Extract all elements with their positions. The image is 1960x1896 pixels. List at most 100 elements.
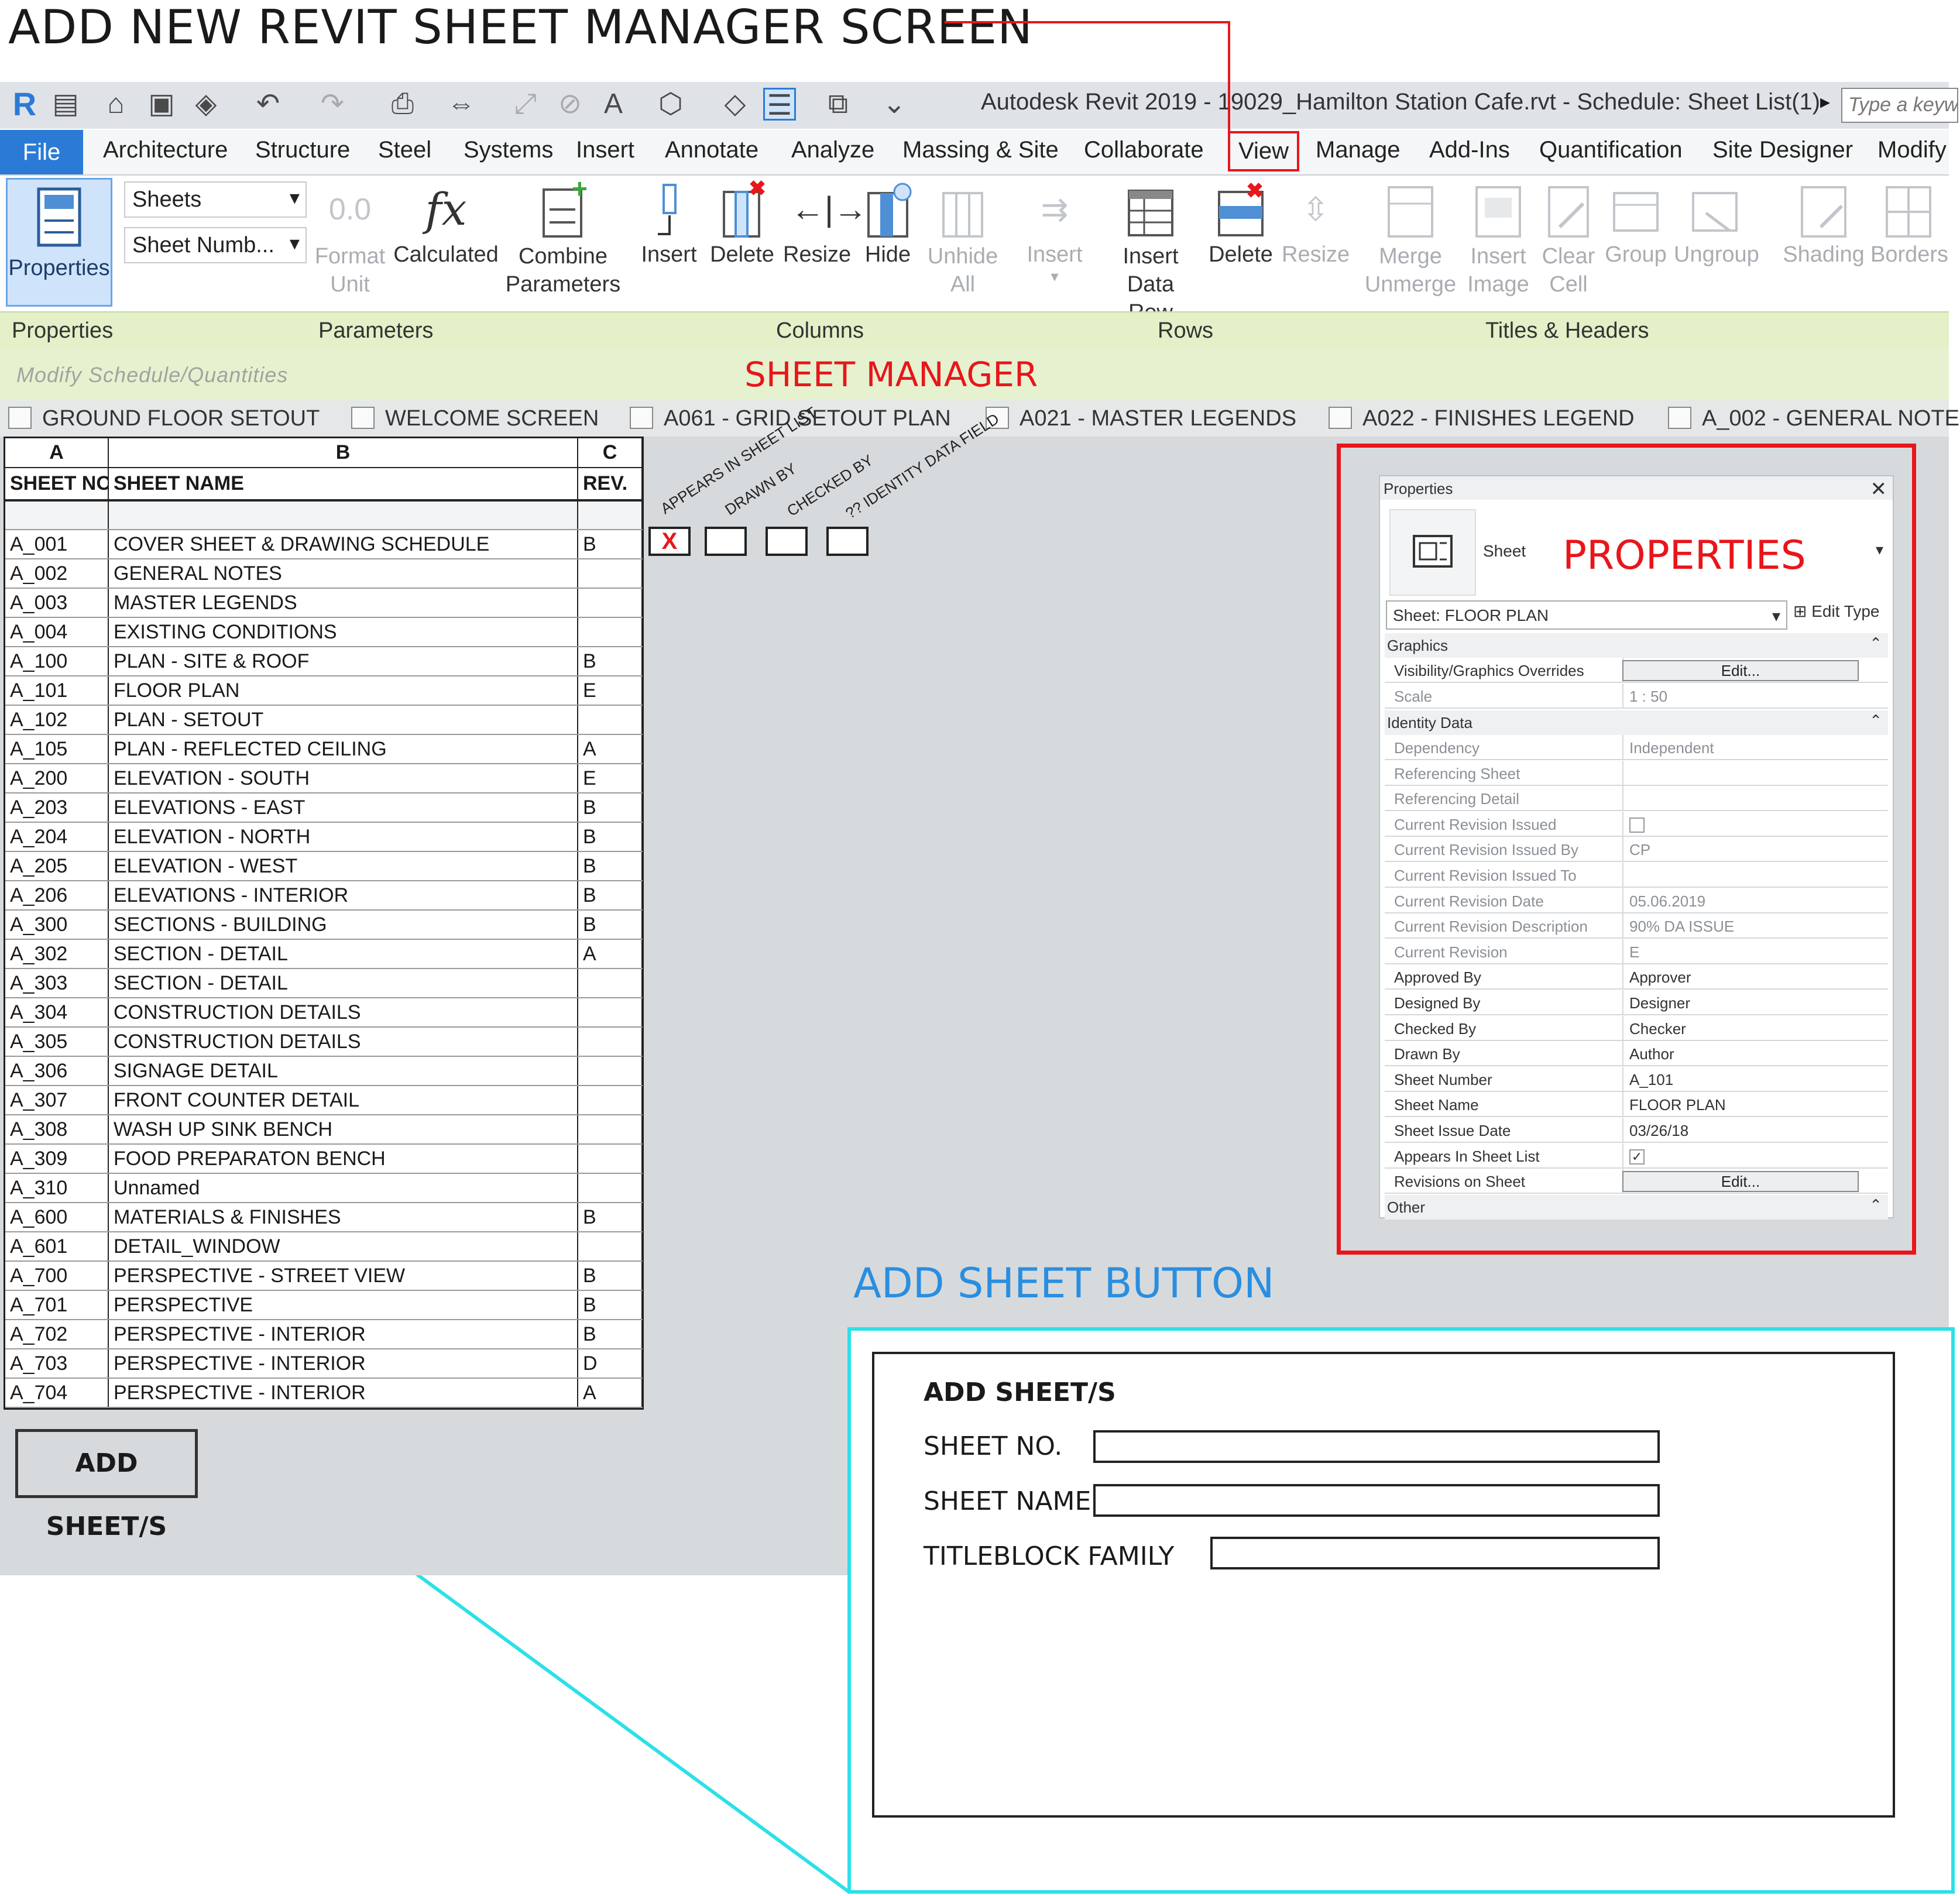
rev-cell[interactable]	[578, 968, 643, 998]
rev-cell[interactable]	[578, 1173, 643, 1203]
sheet-no-cell[interactable]: A_309	[5, 1144, 109, 1174]
view-tab-master-legends[interactable]: A021 - MASTER LEGENDS	[986, 406, 1296, 431]
sheet-name-cell[interactable]: ELEVATION - SOUTH	[108, 764, 578, 794]
sheet-name-cell[interactable]: PLAN - SETOUT	[108, 705, 578, 735]
group-other[interactable]: Other	[1385, 1195, 1888, 1220]
property-row[interactable]: Sheet Number A_101	[1385, 1066, 1888, 1092]
rev-cell[interactable]: B	[578, 1320, 643, 1349]
sheet-name-cell[interactable]: PERSPECTIVE	[108, 1290, 578, 1320]
sheet-no-cell[interactable]: A_702	[5, 1320, 109, 1349]
sheet-no-cell[interactable]: A_304	[5, 998, 109, 1028]
property-row[interactable]: Current Revision Issued To	[1385, 863, 1888, 888]
rev-cell[interactable]	[578, 617, 643, 647]
sheet-no-cell[interactable]: A_308	[5, 1115, 109, 1145]
group-button[interactable]: Group	[1604, 180, 1668, 267]
header-rev[interactable]: REV.	[578, 468, 643, 502]
table-row[interactable]: A_200 ELEVATION - SOUTH E	[5, 764, 643, 794]
rev-cell[interactable]	[578, 1232, 643, 1262]
group-identity-data[interactable]: Identity Data	[1385, 710, 1888, 735]
clear-cell-button[interactable]: Clear Cell	[1539, 180, 1598, 298]
category-dropdown[interactable]: Sheets	[124, 181, 307, 218]
sheet-name-cell[interactable]: PERSPECTIVE - INTERIOR	[108, 1320, 578, 1349]
instance-selector[interactable]: Sheet: FLOOR PLAN	[1386, 600, 1787, 630]
sheet-name-cell[interactable]: WASH UP SINK BENCH	[108, 1115, 578, 1145]
rev-cell[interactable]	[578, 559, 643, 589]
rev-cell[interactable]: B	[578, 851, 643, 881]
rev-cell[interactable]: B	[578, 1203, 643, 1232]
sheet-name-cell[interactable]: GENERAL NOTES	[108, 559, 578, 589]
property-value[interactable]: 03/26/18	[1629, 1122, 1688, 1140]
property-row[interactable]: Visibility/Graphics Overrides Edit...	[1385, 658, 1888, 683]
sheet-no-cell[interactable]: A_303	[5, 968, 109, 998]
sheet-no-cell[interactable]: A_302	[5, 939, 109, 969]
rev-cell[interactable]: D	[578, 1349, 643, 1379]
rev-cell[interactable]	[578, 1144, 643, 1174]
sheet-no-cell[interactable]: A_105	[5, 734, 109, 764]
table-row[interactable]: A_203 ELEVATIONS - EAST B	[5, 793, 643, 823]
rev-cell[interactable]: A	[578, 1378, 643, 1408]
table-row[interactable]: A_003 MASTER LEGENDS	[5, 588, 643, 618]
rev-cell[interactable]	[578, 1115, 643, 1145]
property-row[interactable]: Current Revision Issued	[1385, 811, 1888, 837]
edit-button[interactable]: Edit...	[1622, 660, 1859, 681]
rev-cell[interactable]: B	[578, 822, 643, 852]
sheet-no-cell[interactable]: A_100	[5, 647, 109, 676]
rev-cell[interactable]	[578, 588, 643, 618]
sheet-name-cell[interactable]: SECTIONS - BUILDING	[108, 910, 578, 940]
table-row[interactable]: A_702 PERSPECTIVE - INTERIOR B	[5, 1320, 643, 1349]
sheet-name-cell[interactable]: MASTER LEGENDS	[108, 588, 578, 618]
property-row[interactable]: Current Revision Date 05.06.2019	[1385, 888, 1888, 913]
property-value[interactable]: Author	[1629, 1045, 1674, 1063]
table-row[interactable]: A_600 MATERIALS & FINISHES B	[5, 1203, 643, 1232]
rev-cell[interactable]: B	[578, 793, 643, 823]
rev-cell[interactable]	[578, 998, 643, 1028]
table-row[interactable]: A_204 ELEVATION - NORTH B	[5, 822, 643, 852]
rev-cell[interactable]: A	[578, 734, 643, 764]
sheet-name-cell[interactable]: PERSPECTIVE - INTERIOR	[108, 1349, 578, 1379]
view-tab-general-notes[interactable]: A_002 - GENERAL NOTES	[1668, 406, 1960, 431]
property-row[interactable]: Referencing Detail	[1385, 786, 1888, 812]
sheet-name-cell[interactable]: DETAIL_WINDOW	[108, 1232, 578, 1262]
sheet-name-cell[interactable]: PLAN - SITE & ROOF	[108, 647, 578, 676]
edit-type-button[interactable]: ⊞ Edit Type	[1793, 602, 1879, 621]
sheet-name-cell[interactable]: MATERIALS & FINISHES	[108, 1203, 578, 1232]
format-unit-button[interactable]: 0.0 Format Unit	[314, 180, 386, 298]
sheet-name-cell[interactable]: PLAN - REFLECTED CEILING	[108, 734, 578, 764]
titleblock-family-input[interactable]	[1210, 1537, 1660, 1569]
rev-cell[interactable]	[578, 1027, 643, 1057]
sheet-no-cell[interactable]: A_102	[5, 705, 109, 735]
sheet-no-input[interactable]	[1093, 1430, 1660, 1463]
sheet-name-cell[interactable]: COVER SHEET & DRAWING SCHEDULE	[108, 530, 578, 559]
table-row[interactable]: A_205 ELEVATION - WEST B	[5, 851, 643, 881]
sheet-no-cell[interactable]: A_700	[5, 1261, 109, 1291]
table-row[interactable]: A_703 PERSPECTIVE - INTERIOR D	[5, 1349, 643, 1379]
table-row[interactable]: A_102 PLAN - SETOUT	[5, 705, 643, 735]
property-row[interactable]: Sheet Name FLOOR PLAN	[1385, 1092, 1888, 1118]
hide-column-button[interactable]: Hide	[856, 180, 920, 267]
sheet-no-cell[interactable]: A_300	[5, 910, 109, 940]
property-row[interactable]: Scale 1 : 50	[1385, 683, 1888, 709]
property-value[interactable]: 1 : 50	[1629, 688, 1667, 706]
sheet-no-cell[interactable]: A_600	[5, 1203, 109, 1232]
sheet-no-cell[interactable]: A_306	[5, 1056, 109, 1086]
property-row[interactable]: Revisions on Sheet Edit...	[1385, 1169, 1888, 1194]
rev-cell[interactable]: B	[578, 1290, 643, 1320]
property-value[interactable]: 90% DA ISSUE	[1629, 918, 1734, 936]
property-row[interactable]: Referencing Sheet	[1385, 760, 1888, 786]
delete-column-button[interactable]: ✖ Delete	[707, 176, 777, 267]
sheet-name-cell[interactable]: PERSPECTIVE - STREET VIEW	[108, 1261, 578, 1291]
merge-unmerge-button[interactable]: Merge Unmerge	[1364, 180, 1457, 298]
resize-row-button[interactable]: ⇳ Resize	[1282, 180, 1350, 267]
table-row[interactable]: A_601 DETAIL_WINDOW	[5, 1232, 643, 1262]
insert-row-button[interactable]: ⇉ Insert ▾	[1020, 180, 1090, 286]
table-row[interactable]: A_100 PLAN - SITE & ROOF B	[5, 647, 643, 676]
add-sheets-button[interactable]: ADD SHEET/S	[15, 1429, 198, 1541]
field-dropdown[interactable]: Sheet Numb...	[124, 227, 307, 263]
appears-in-sheet-list-checkbox[interactable]: X	[648, 527, 691, 556]
property-value[interactable]: E	[1629, 943, 1639, 961]
property-value[interactable]: Designer	[1629, 994, 1690, 1012]
view-tab-welcome-screen[interactable]: WELCOME SCREEN	[351, 406, 599, 431]
sheet-name-cell[interactable]: PERSPECTIVE - INTERIOR	[108, 1378, 578, 1408]
table-row[interactable]: A_302 SECTION - DETAIL A	[5, 939, 643, 969]
property-row[interactable]: Designed By Designer	[1385, 990, 1888, 1015]
